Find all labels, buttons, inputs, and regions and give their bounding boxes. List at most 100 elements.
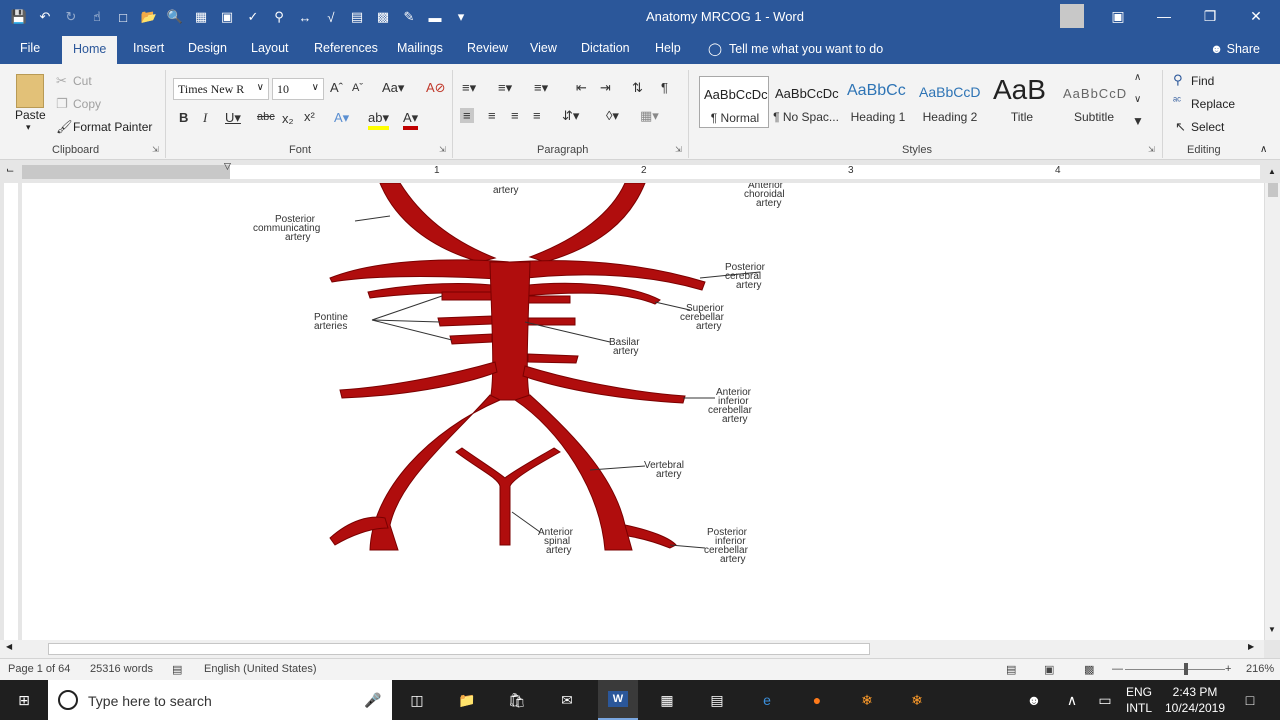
undo-icon[interactable]: ↶ [34,6,56,28]
numbering-icon[interactable]: ≡▾ [498,80,512,96]
zoom-slider-thumb[interactable] [1184,663,1188,675]
edge-icon[interactable]: e [755,688,779,712]
web-layout-icon[interactable]: ▩ [1084,663,1094,676]
abc-check-icon[interactable]: √ [320,6,342,28]
borders-icon[interactable]: ▦▾ [640,108,659,124]
select-button[interactable]: Select [1191,120,1224,134]
ribbon-display-options-icon[interactable]: ▣ [1095,0,1141,32]
bullets-icon[interactable]: ≡▾ [462,80,476,96]
tab-design[interactable]: Design [188,41,227,55]
format-icon[interactable]: ▦ [190,6,212,28]
font-size-combo[interactable]: 10 ∨ [272,78,324,100]
microphone-icon[interactable]: 🎤 [364,692,381,709]
align-center-icon[interactable]: ≡ [488,108,496,123]
zoom-level[interactable]: 216% [1246,663,1274,675]
paste-icon[interactable] [16,74,44,108]
print-preview-icon[interactable]: 🔍 [164,6,186,28]
style-heading-1[interactable]: AaBbCc Heading 1 [843,76,913,128]
shrink-font-icon[interactable]: Aˇ [352,82,363,94]
tab-file[interactable]: File [20,41,40,55]
decrease-indent-icon[interactable]: ⇤ [576,80,587,96]
find-button[interactable]: Find [1191,74,1214,88]
show-hidden-icons-icon[interactable]: ∧ [1060,688,1084,712]
justify-icon[interactable]: ≡ [533,108,541,123]
paragraph-launcher-icon[interactable]: ⇲ [675,145,682,154]
app-icon[interactable]: ▦ [655,688,679,712]
minimize-icon[interactable]: — [1141,0,1187,32]
style-no-spacing[interactable]: AaBbCcDc ¶ No Spac... [771,76,841,128]
text-effects-icon[interactable]: A▾ [334,110,349,126]
people-icon[interactable]: ☻ [1022,688,1046,712]
clear-formatting-icon[interactable]: A⊘ [426,80,446,96]
replace-button[interactable]: Replace [1191,97,1235,111]
print-layout-icon[interactable]: ▣ [1044,663,1054,676]
redo-icon[interactable]: ↻ [60,6,82,28]
tab-help[interactable]: Help [655,41,681,55]
vertical-scroll-thumb[interactable] [1268,183,1278,197]
battery-icon[interactable]: ▭ [1093,688,1117,712]
tab-insert[interactable]: Insert [133,41,164,55]
notifications-icon[interactable]: □ [1238,688,1262,712]
collapse-ribbon-icon[interactable]: ∧ [1260,144,1267,155]
windows-start-icon[interactable]: ⊞ [12,688,36,712]
font-name-combo[interactable]: Times New R ∨ [173,78,269,100]
page-icon[interactable]: ▤ [346,6,368,28]
highlight-color-icon[interactable]: ab▾ [368,110,389,130]
find-icon[interactable]: ⚲ [268,6,290,28]
zoom-out-icon[interactable]: — [1112,663,1123,675]
italic-icon[interactable]: I [203,110,207,126]
language-indicator[interactable]: English (United States) [204,663,317,675]
highlighter-icon[interactable]: ✎ [398,6,420,28]
word-taskbar-icon[interactable]: W [598,680,638,720]
clock[interactable]: 2:43 PM 10/24/2019 [1158,684,1232,716]
tab-selector-icon[interactable]: ⌙ [6,165,14,176]
word-count[interactable]: 25316 words [90,663,153,675]
screenshot-icon[interactable]: ▩ [372,6,394,28]
underline-icon[interactable]: U▾ [225,110,241,126]
align-left-icon[interactable]: ≡ [460,108,474,123]
proofing-icon[interactable]: ▤ [172,663,182,676]
tab-layout[interactable]: Layout [251,41,289,55]
sort-icon[interactable]: ⇅ [632,80,643,96]
horizontal-scrollbar[interactable]: ◀ ▶ [0,640,1264,658]
picture-icon[interactable]: ▣ [216,6,238,28]
line-spacing-icon[interactable]: ⇵▾ [562,108,579,124]
close-icon[interactable]: ✕ [1233,0,1279,32]
bold-icon[interactable]: B [179,110,188,125]
page-count[interactable]: Page 1 of 64 [8,663,70,675]
tab-mailings[interactable]: Mailings [397,41,443,55]
font-color-icon[interactable]: A▾ [403,110,419,130]
tab-home[interactable]: Home [62,36,118,64]
multilevel-list-icon[interactable]: ≡▾ [534,80,548,96]
open-folder-icon[interactable]: 📂 [138,6,160,28]
scroll-up-icon[interactable]: ▲ [1268,167,1276,176]
zoom-in-icon[interactable]: + [1225,663,1231,675]
vertical-scrollbar[interactable]: ▲ ▼ [1264,167,1280,640]
style-heading-2[interactable]: AaBbCcD Heading 2 [915,76,985,128]
paste-dropdown-icon[interactable]: ▾ [26,122,31,133]
width-icon[interactable]: ↔ [294,6,316,28]
user-avatar[interactable] [1060,4,1084,28]
share-button[interactable]: ☻ Share [1210,42,1260,56]
file-explorer-icon[interactable]: 📁 [455,688,479,712]
indent-marker-icon[interactable]: ▽ [224,161,231,172]
tab-dictation[interactable]: Dictation [581,41,630,55]
clipboard-launcher-icon[interactable]: ⇲ [152,145,159,154]
restore-icon[interactable]: ❐ [1187,0,1233,32]
copy-button[interactable]: Copy [73,97,101,111]
change-case-icon[interactable]: Aa▾ [382,80,404,96]
styles-launcher-icon[interactable]: ⇲ [1148,145,1155,154]
tab-view[interactable]: View [530,41,557,55]
increase-indent-icon[interactable]: ⇥ [600,80,611,96]
align-right-icon[interactable]: ≡ [511,108,519,123]
spelling-icon[interactable]: ✓ [242,6,264,28]
style-normal[interactable]: AaBbCcDc ¶ Normal [699,76,769,128]
horizontal-scroll-thumb[interactable] [48,643,870,655]
firefox-icon[interactable]: ● [805,688,829,712]
style-subtitle[interactable]: AaBbCcD Subtitle [1059,76,1129,128]
paste-button[interactable]: Paste [15,108,46,122]
snowflake-app-icon[interactable]: ❄ [855,688,879,712]
zoom-slider[interactable] [1125,669,1225,670]
read-mode-icon[interactable]: ▤ [1006,663,1016,676]
tab-references[interactable]: References [314,41,378,55]
